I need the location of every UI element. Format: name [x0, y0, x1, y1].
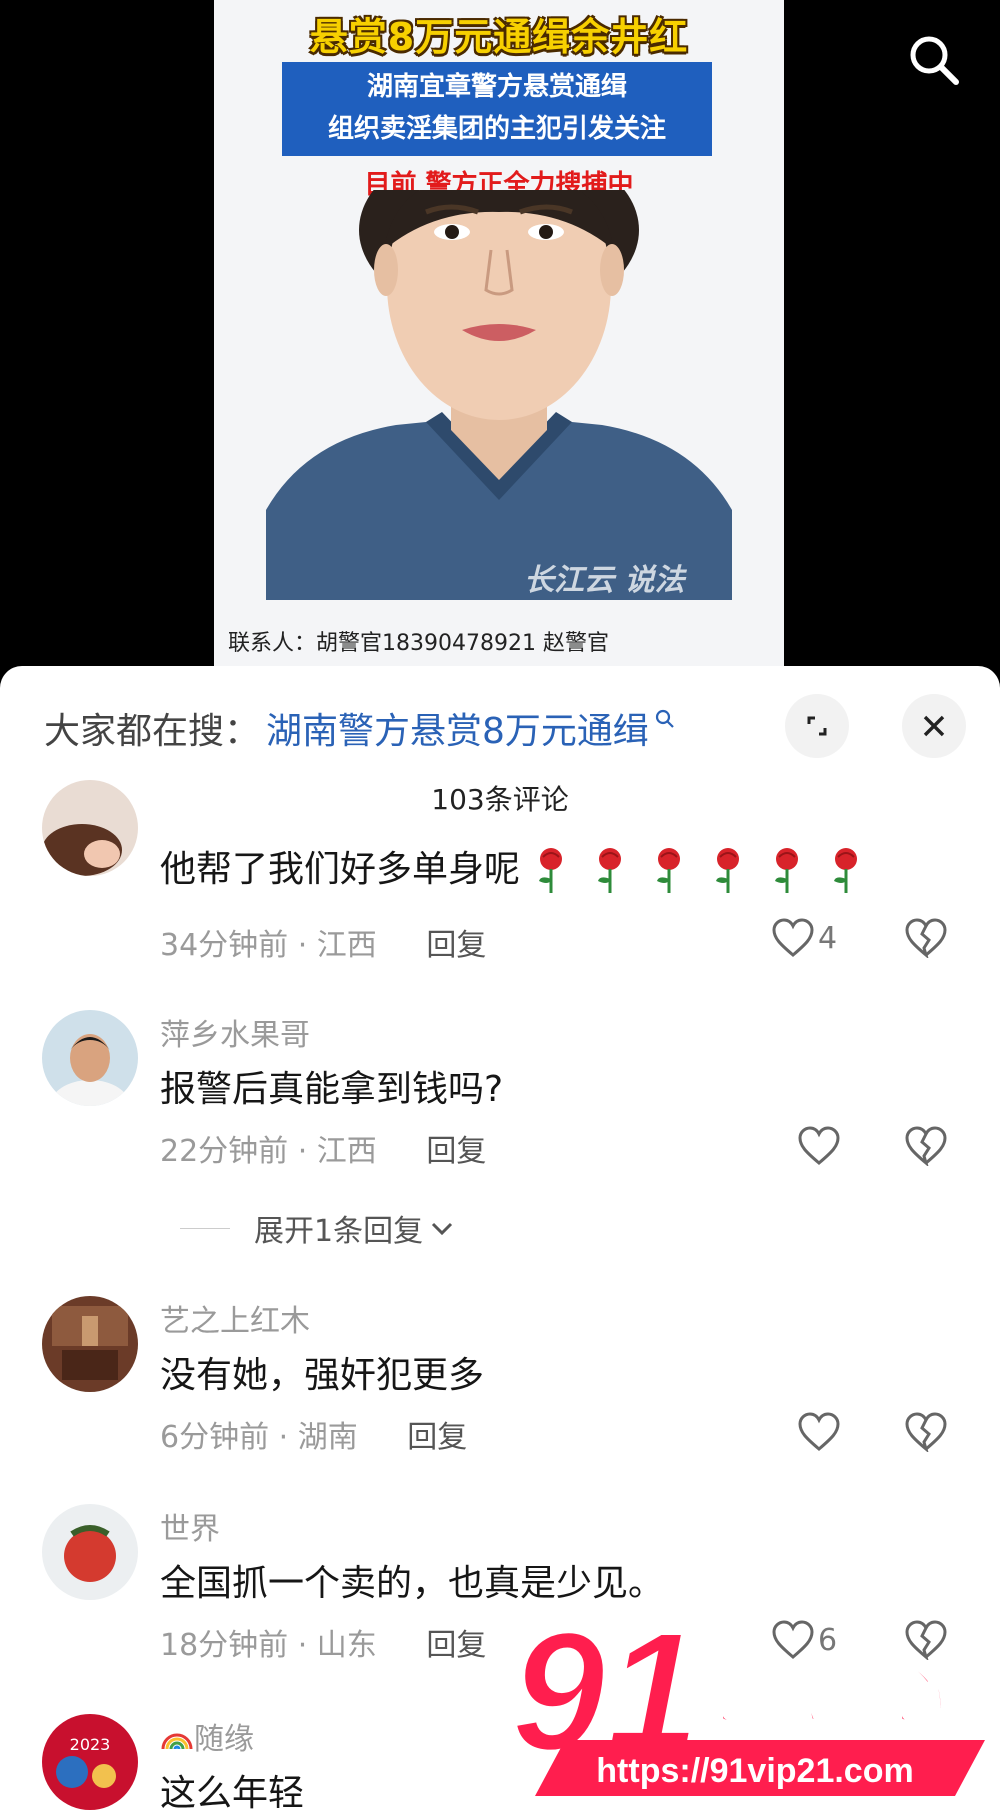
broken-heart-icon[interactable]: [905, 1126, 947, 1166]
watermark-url: https://91vip21.com: [596, 1752, 913, 1790]
comment-count: 103条评论: [431, 783, 569, 816]
reply-button[interactable]: 回复: [407, 1420, 467, 1455]
avatar[interactable]: [42, 1010, 138, 1106]
avatar-image: [42, 1504, 138, 1600]
comment-text: 全国抓一个卖的，也真是少见。: [160, 1563, 665, 1604]
poster-title: 悬赏8万元通缉余井红: [309, 15, 689, 59]
suspect-portrait: [266, 190, 732, 600]
username[interactable]: 随缘: [160, 1714, 254, 1758]
poster-headline-line2: 组织卖淫集团的主犯引发关注: [327, 114, 666, 144]
hot-search-bar[interactable]: 大家都在搜： 湖南警方悬赏8万元通缉: [44, 698, 675, 758]
comment-time-location: 22分钟前 · 江西: [160, 1134, 377, 1169]
comment-text: 没有她，强奸犯更多: [160, 1355, 485, 1396]
app-screen: 悬赏8万元通缉余井红 湖南宜章警方悬赏通缉 组织卖淫集团的主犯引发关注 目前 警…: [0, 0, 1000, 1820]
reply-button[interactable]: 回复: [426, 1628, 486, 1663]
heart-icon[interactable]: [798, 1412, 840, 1452]
small-search-icon: [655, 709, 674, 728]
avatar-year-text: 2023: [70, 1735, 111, 1754]
broken-heart-icon[interactable]: [905, 1412, 947, 1452]
avatar-image: 2023: [42, 1714, 138, 1810]
like-count: 4: [818, 920, 838, 956]
hot-search-query[interactable]: 湖南警方悬赏8万元通缉: [266, 702, 649, 754]
comment-text: 他帮了我们好多单身呢: [160, 840, 863, 895]
hot-search-prefix: 大家都在搜：: [44, 711, 261, 752]
comment-text-content: 他帮了我们好多单身呢: [160, 849, 521, 890]
avatar[interactable]: 2023: [42, 1714, 138, 1810]
close-icon: [923, 715, 945, 737]
comment-meta: 22分钟前 · 江西 回复: [160, 1126, 486, 1170]
expand-sheet-button[interactable]: [785, 694, 849, 758]
wanted-poster-image: 悬赏8万元通缉余井红 湖南宜章警方悬赏通缉 组织卖淫集团的主犯引发关注 目前 警…: [214, 0, 784, 680]
avatar[interactable]: [42, 780, 138, 876]
avatar[interactable]: [42, 1504, 138, 1600]
username-text: 随缘: [194, 1722, 254, 1757]
comment-meta: 18分钟前 · 山东 回复: [160, 1620, 486, 1664]
username[interactable]: 世界: [160, 1504, 220, 1548]
expand-replies-label: 展开1条回复: [254, 1214, 424, 1249]
expand-divider: [180, 1227, 230, 1229]
heart-icon: [772, 918, 814, 957]
rose-emoji-icons: [539, 846, 859, 895]
comment-text: 报警后真能拿到钱吗?: [160, 1069, 504, 1110]
username[interactable]: 艺之上红木: [160, 1296, 310, 1340]
site-watermark: 91 吃瓜中心 https://91vip21.com: [509, 1600, 985, 1796]
comment-meta: 34分钟前 · 江西 回复: [160, 920, 486, 964]
reply-button[interactable]: 回复: [426, 928, 486, 963]
search-icon[interactable]: [904, 30, 964, 90]
expand-icon: [807, 716, 827, 736]
watermark-name: 吃瓜中心: [695, 1660, 945, 1733]
like-button[interactable]: 4: [772, 918, 837, 958]
username[interactable]: 萍乡水果哥: [160, 1010, 310, 1054]
heart-icon[interactable]: [798, 1126, 840, 1166]
comment-time-location: 34分钟前 · 江西: [160, 928, 377, 963]
comment-time-location: 6分钟前 · 湖南: [160, 1420, 358, 1455]
poster-contact: 联系人：胡警官18390478921 赵警官: [228, 631, 609, 656]
reply-button[interactable]: 回复: [426, 1134, 486, 1169]
poster-headline-box: 湖南宜章警方悬赏通缉 组织卖淫集团的主犯引发关注: [282, 62, 712, 156]
broken-heart-icon[interactable]: [905, 918, 947, 958]
poster-headline-line1: 湖南宜章警方悬赏通缉: [366, 72, 627, 102]
avatar-image: [42, 1010, 138, 1106]
rainbow-icon: [161, 1733, 193, 1750]
comment-meta: 6分钟前 · 湖南 回复: [160, 1412, 467, 1456]
video-player[interactable]: 悬赏8万元通缉余井红 湖南宜章警方悬赏通缉 组织卖淫集团的主犯引发关注 目前 警…: [0, 0, 1000, 690]
source-watermark: 长江云 说法: [524, 563, 685, 598]
chevron-down-icon: [432, 1222, 453, 1236]
close-sheet-button[interactable]: [902, 694, 966, 758]
comment-time-location: 18分钟前 · 山东: [160, 1628, 377, 1663]
avatar-image: [42, 1296, 138, 1392]
avatar-image: [42, 780, 138, 876]
avatar[interactable]: [42, 1296, 138, 1392]
expand-replies-button[interactable]: 展开1条回复: [180, 1206, 455, 1250]
comment-text: 这么年轻: [160, 1773, 305, 1814]
